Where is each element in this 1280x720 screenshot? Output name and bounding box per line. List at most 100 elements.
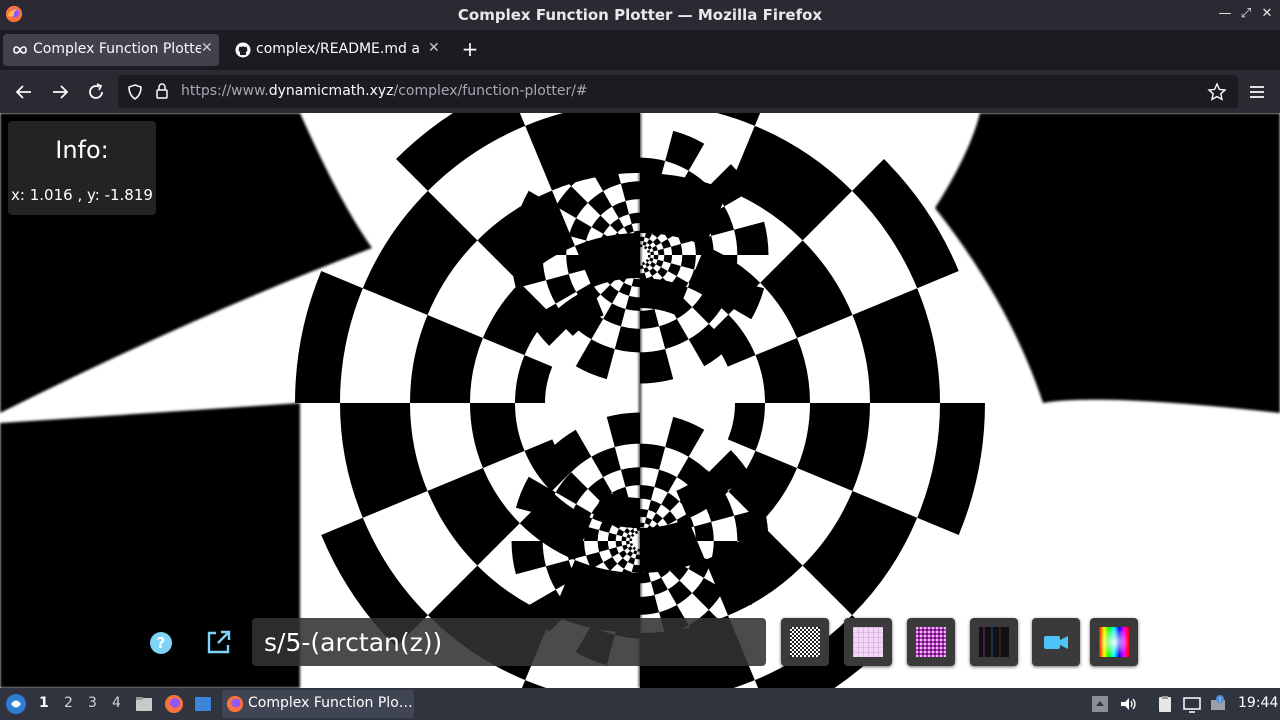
checker-cell <box>642 241 647 246</box>
workspace-2[interactable]: 2 <box>64 695 73 711</box>
checker-cell <box>623 224 634 234</box>
terminal-icon[interactable] <box>193 694 213 714</box>
reload-icon[interactable] <box>84 80 108 104</box>
camera-button[interactable] <box>1032 618 1080 666</box>
tab-github-readme[interactable]: complex/README.md at ✕ <box>226 34 446 66</box>
checker-cell <box>627 546 633 551</box>
start-menu-icon[interactable] <box>5 693 27 715</box>
clipboard-icon[interactable] <box>1155 694 1175 714</box>
checker-cell <box>637 548 640 552</box>
checker-cell <box>607 532 617 541</box>
checker-cell <box>654 469 677 493</box>
checker-cell <box>632 546 636 551</box>
checker-cell <box>635 554 640 560</box>
grid-texture-button[interactable] <box>844 618 892 666</box>
formula-input-box[interactable] <box>252 618 766 666</box>
tab-close-icon[interactable]: ✕ <box>428 40 440 56</box>
checker-cell <box>515 355 553 403</box>
checker-cell <box>653 237 662 246</box>
checker-cell <box>626 550 634 557</box>
pink-texture-button[interactable] <box>907 618 955 666</box>
checker-cell <box>655 259 664 268</box>
firefox-logo-icon <box>226 695 244 713</box>
checker-cell <box>566 255 587 275</box>
url-bar[interactable]: https://www.dynamicmath.xyz/complex/func… <box>118 75 1238 108</box>
checker-cell <box>640 236 645 242</box>
cursor-coordinates: x: 1.016 , y: -1.819 <box>11 186 153 204</box>
checker-cell <box>616 528 625 537</box>
checker-cell <box>640 443 666 470</box>
pink-texture-icon <box>916 627 946 657</box>
svg-text:!: ! <box>1219 696 1222 704</box>
checker-cell <box>591 446 621 478</box>
checker-cell <box>644 245 648 250</box>
tab-label: Complex Function Plotter <box>33 41 201 57</box>
checker-cell <box>662 511 677 525</box>
info-heading: Info: <box>55 136 109 164</box>
checker-cell <box>640 594 660 615</box>
checker-cell <box>680 255 696 270</box>
checker-cell <box>587 191 613 216</box>
share-icon[interactable] <box>200 625 236 661</box>
checker-cell <box>734 507 769 541</box>
workspace-4[interactable]: 4 <box>112 695 121 711</box>
checkerboard-texture-button[interactable] <box>781 618 829 666</box>
checker-cell <box>620 467 640 488</box>
file-manager-icon[interactable] <box>134 694 154 714</box>
restore-icon[interactable]: ⤢ <box>1237 5 1255 23</box>
checker-cell <box>427 468 520 566</box>
tab-close-icon[interactable]: ✕ <box>201 40 213 56</box>
infinity-icon <box>13 46 27 54</box>
new-tab-button[interactable]: + <box>458 37 482 61</box>
help-icon[interactable]: ? <box>143 625 179 661</box>
checker-cell <box>665 130 705 171</box>
checker-cell <box>610 218 624 233</box>
forward-icon[interactable] <box>48 80 72 104</box>
taskbar-task-firefox[interactable]: Complex Function Plo… <box>222 690 414 718</box>
dark-texture-icon <box>979 627 1009 657</box>
workspace-3[interactable]: 3 <box>88 695 97 711</box>
color-wheel-button[interactable] <box>1090 618 1138 666</box>
camera-icon <box>1044 636 1068 649</box>
checkerboard-texture-icon <box>790 627 820 657</box>
minimize-icon[interactable]: — <box>1216 5 1234 23</box>
close-icon[interactable]: ✕ <box>1258 5 1276 23</box>
checker-cell <box>629 543 634 547</box>
checker-cell <box>636 527 640 531</box>
checker-cell <box>734 221 769 255</box>
taskbar-task-label: Complex Function Plo… <box>248 695 413 711</box>
checker-cell <box>649 261 656 269</box>
lock-icon[interactable] <box>153 82 171 100</box>
firefox-launcher-icon[interactable] <box>164 694 184 714</box>
bookmark-star-icon[interactable] <box>1207 82 1227 102</box>
checker-cell <box>597 541 610 552</box>
checker-cell <box>629 538 633 541</box>
checker-cell <box>618 282 632 296</box>
checker-cell <box>615 541 623 548</box>
volume-icon[interactable] <box>1118 694 1138 714</box>
back-icon[interactable] <box>12 80 36 104</box>
checker-cell <box>661 492 680 512</box>
tray-up-icon[interactable] <box>1090 694 1110 714</box>
workspace-1[interactable]: 1 <box>39 695 49 711</box>
url-text[interactable]: https://www.dynamicmath.xyz/complex/func… <box>181 83 588 99</box>
checker-cell <box>643 267 650 273</box>
tab-complex-function-plotter[interactable]: Complex Function Plotter ✕ <box>3 34 219 66</box>
menu-icon[interactable] <box>1245 80 1269 104</box>
checker-cell <box>661 238 671 249</box>
checker-cell <box>760 240 853 338</box>
formula-input[interactable] <box>264 624 754 660</box>
clock: 19:44 <box>1238 695 1279 711</box>
plot-canvas[interactable] <box>0 113 1280 688</box>
tab-strip: Complex Function Plotter ✕ complex/READM… <box>0 30 1280 70</box>
shield-icon[interactable] <box>126 83 144 101</box>
checker-cell <box>624 527 631 535</box>
checker-cell <box>650 577 668 595</box>
dark-texture-button[interactable] <box>970 618 1018 666</box>
network-icon[interactable]: ! <box>1208 694 1228 714</box>
color-wheel-icon <box>1099 627 1129 657</box>
display-icon[interactable] <box>1182 694 1202 714</box>
url-host: dynamicmath.xyz <box>268 83 394 99</box>
checker-cell <box>627 556 636 565</box>
checker-cell <box>603 557 618 571</box>
